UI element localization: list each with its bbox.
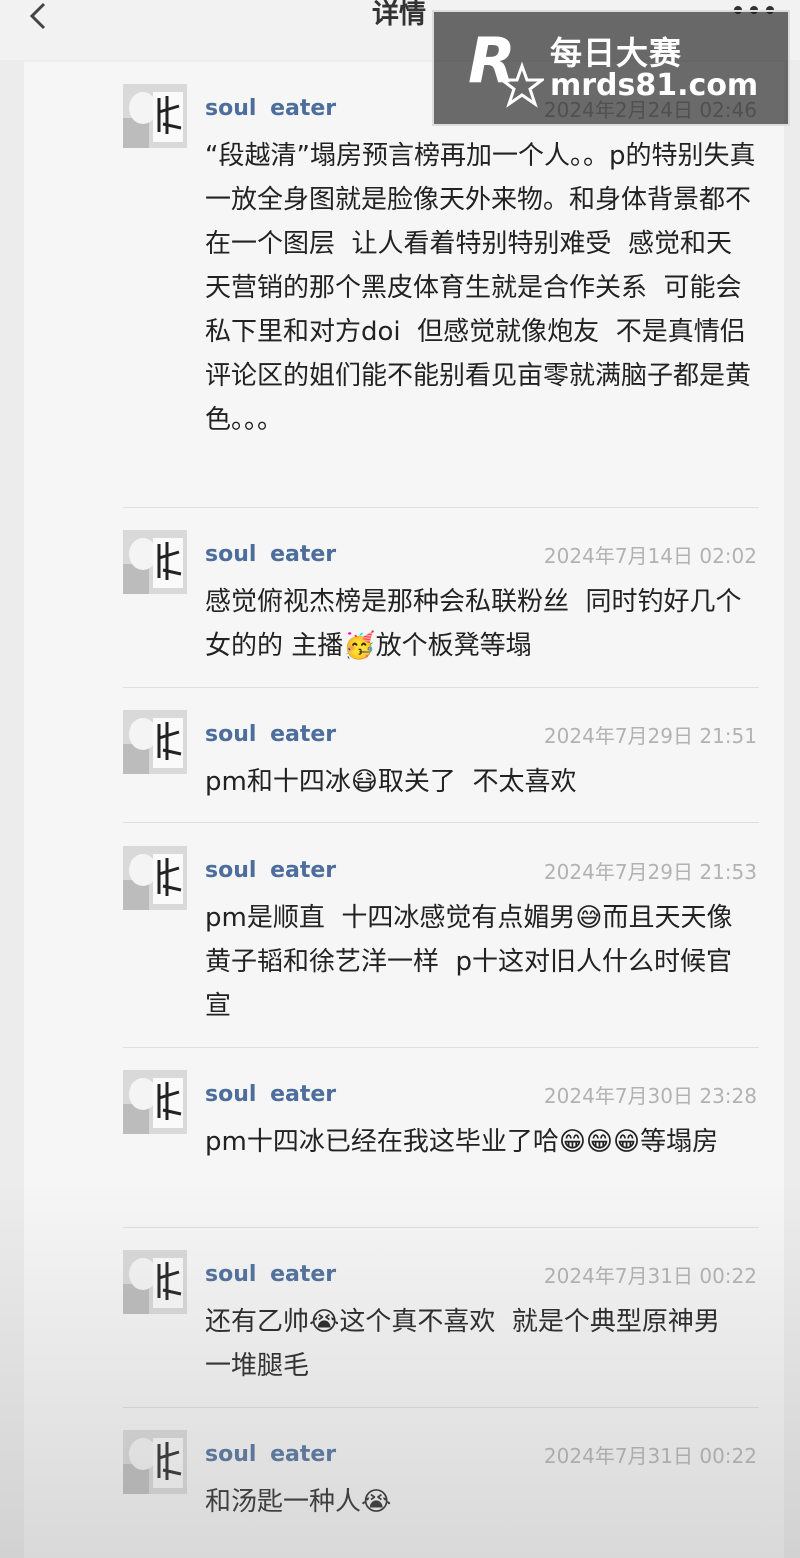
comment-text: pm十四冰已经在我这毕业了哈😁😁😁等塌房 [205, 1127, 719, 1157]
comment-username[interactable]: soul eater [205, 1262, 336, 1287]
comment-username[interactable]: soul eater [205, 1442, 336, 1467]
comment-username[interactable]: soul eater [205, 722, 336, 747]
watermark-logo-icon: R [468, 26, 544, 108]
comment-text: “段越清”塌房预言榜再加一个人。。p的特别失真 一放全身图就是脸像天外来物。和身… [205, 141, 756, 435]
comment-text: pm是顺直 十四冰感觉有点媚男😅而且天天像黄子韬和徐艺洋一样 p十这对旧人什么时… [205, 903, 733, 1021]
comment-username[interactable]: soul eater [205, 96, 336, 121]
avatar-icon[interactable] [123, 1250, 187, 1314]
comment-divider [123, 507, 759, 508]
comment-divider [123, 1227, 759, 1228]
comment-username[interactable]: soul eater [205, 542, 336, 567]
comment-divider [123, 822, 759, 823]
comment-divider [123, 1047, 759, 1048]
comment-divider [123, 1407, 759, 1408]
back-arrow-icon[interactable] [24, 0, 54, 34]
comment-username[interactable]: soul eater [205, 858, 336, 883]
comment-timestamp: 2024年7月31日 00:22 [543, 1264, 757, 1288]
comment-timestamp: 2024年7月31日 00:22 [543, 1444, 757, 1468]
comment-timestamp: 2024年7月14日 02:02 [543, 544, 757, 568]
comment-text: pm和十四冰😷取关了 不太喜欢 [205, 767, 577, 797]
comment-text: 和汤匙一种人😭 [205, 1487, 392, 1517]
avatar-icon[interactable] [123, 710, 187, 774]
comment-text: 还有乙帅😭这个真不喜欢 就是个典型原神男 一堆腿毛 [205, 1307, 737, 1381]
comment-username[interactable]: soul eater [205, 1082, 336, 1107]
watermark-overlay: R 每日大赛 mrds81.com [432, 10, 790, 126]
comment-timestamp: 2024年7月29日 21:51 [543, 724, 757, 748]
comment-divider [123, 687, 759, 688]
avatar-icon[interactable] [123, 84, 187, 148]
page-title: 详情 [372, 0, 426, 30]
comment-text: 感觉俯视杰榜是那种会私联粉丝 同时钓好几个女的的 主播🥳放个板凳等塌 [205, 587, 742, 661]
comment-timestamp: 2024年7月30日 23:28 [543, 1084, 757, 1108]
avatar-icon[interactable] [123, 846, 187, 910]
avatar-icon[interactable] [123, 1430, 187, 1494]
comment-timestamp: 2024年7月29日 21:53 [543, 860, 757, 884]
avatar-icon[interactable] [123, 530, 187, 594]
watermark-url: mrds81.com [550, 68, 759, 103]
avatar-icon[interactable] [123, 1070, 187, 1134]
